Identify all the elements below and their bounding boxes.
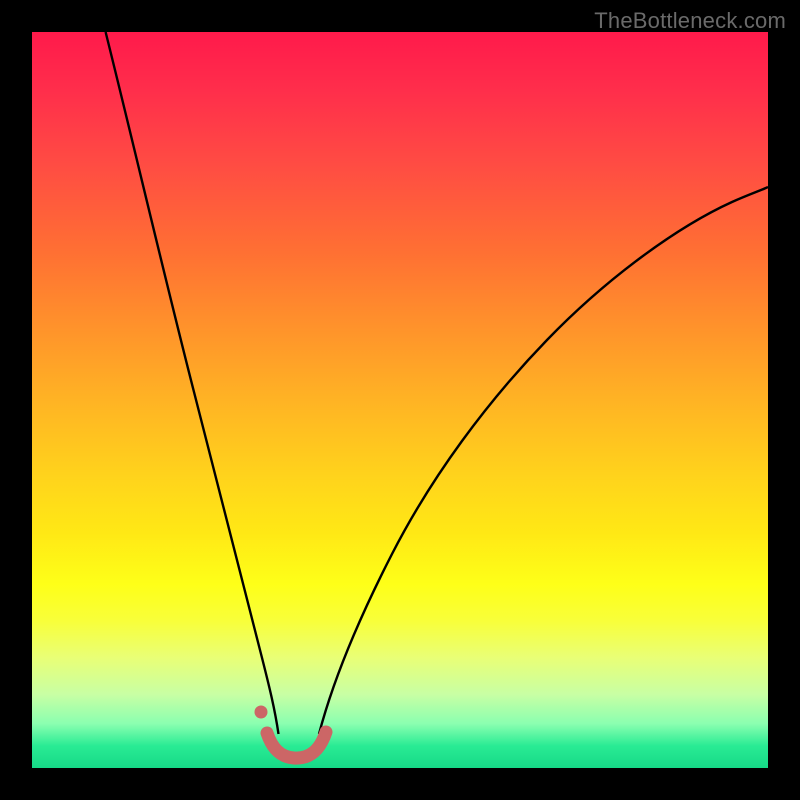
plot-area: [32, 32, 768, 768]
marker-dot: [255, 706, 268, 719]
chart-frame: TheBottleneck.com: [0, 0, 800, 800]
watermark-text: TheBottleneck.com: [594, 8, 786, 34]
curve-layer: [32, 32, 768, 768]
bottom-marker-u: [267, 732, 326, 758]
curve-left-branch: [106, 32, 279, 734]
curve-right-branch: [319, 187, 768, 734]
